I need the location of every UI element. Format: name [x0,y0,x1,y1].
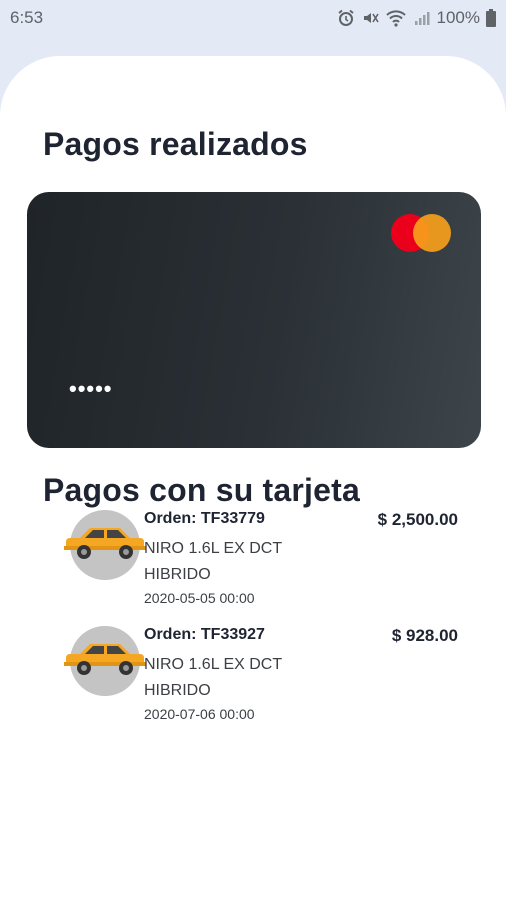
payment-amount: $ 2,500.00 [377,510,458,529]
page-title: Pagos realizados [43,126,308,162]
status-icons: 100% [337,8,496,28]
car-icon [64,644,146,675]
payment-date: 2020-07-06 00:00 [144,706,255,722]
payment-amount: $ 928.00 [391,626,458,645]
payments-sheet: Pagos realizados ••••• Pagos con su tarj… [0,56,506,900]
vehicle-model: NIRO 1.6L EX DCT HIBRIDO [144,656,282,699]
avatar [64,626,146,696]
avatar [64,510,146,580]
mute-icon [363,13,379,23]
credit-card[interactable]: ••••• [27,192,481,448]
mastercard-logo-icon [391,214,453,252]
status-time: 6:53 [10,8,44,27]
status-bar: 6:53 100% [0,0,506,36]
car-icon [64,528,146,559]
wifi-icon [385,10,406,27]
section-title-card-payments: Pagos con su tarjeta [43,472,360,508]
vehicle-model: NIRO 1.6L EX DCT HIBRIDO [144,540,282,583]
battery-percent: 100% [436,8,480,27]
battery-icon [486,9,496,27]
signal-icon [414,12,430,25]
list-item[interactable]: Orden: TF33927 NIRO 1.6L EX DCT HIBRIDO … [64,626,466,726]
order-number: Orden: TF33927 [144,626,265,643]
payment-date: 2020-05-05 00:00 [144,590,255,606]
list-item[interactable]: Orden: TF33779 NIRO 1.6L EX DCT HIBRIDO … [64,510,466,610]
alarm-icon [337,9,354,26]
card-masked-number: ••••• [69,376,113,401]
order-number: Orden: TF33779 [144,510,265,527]
